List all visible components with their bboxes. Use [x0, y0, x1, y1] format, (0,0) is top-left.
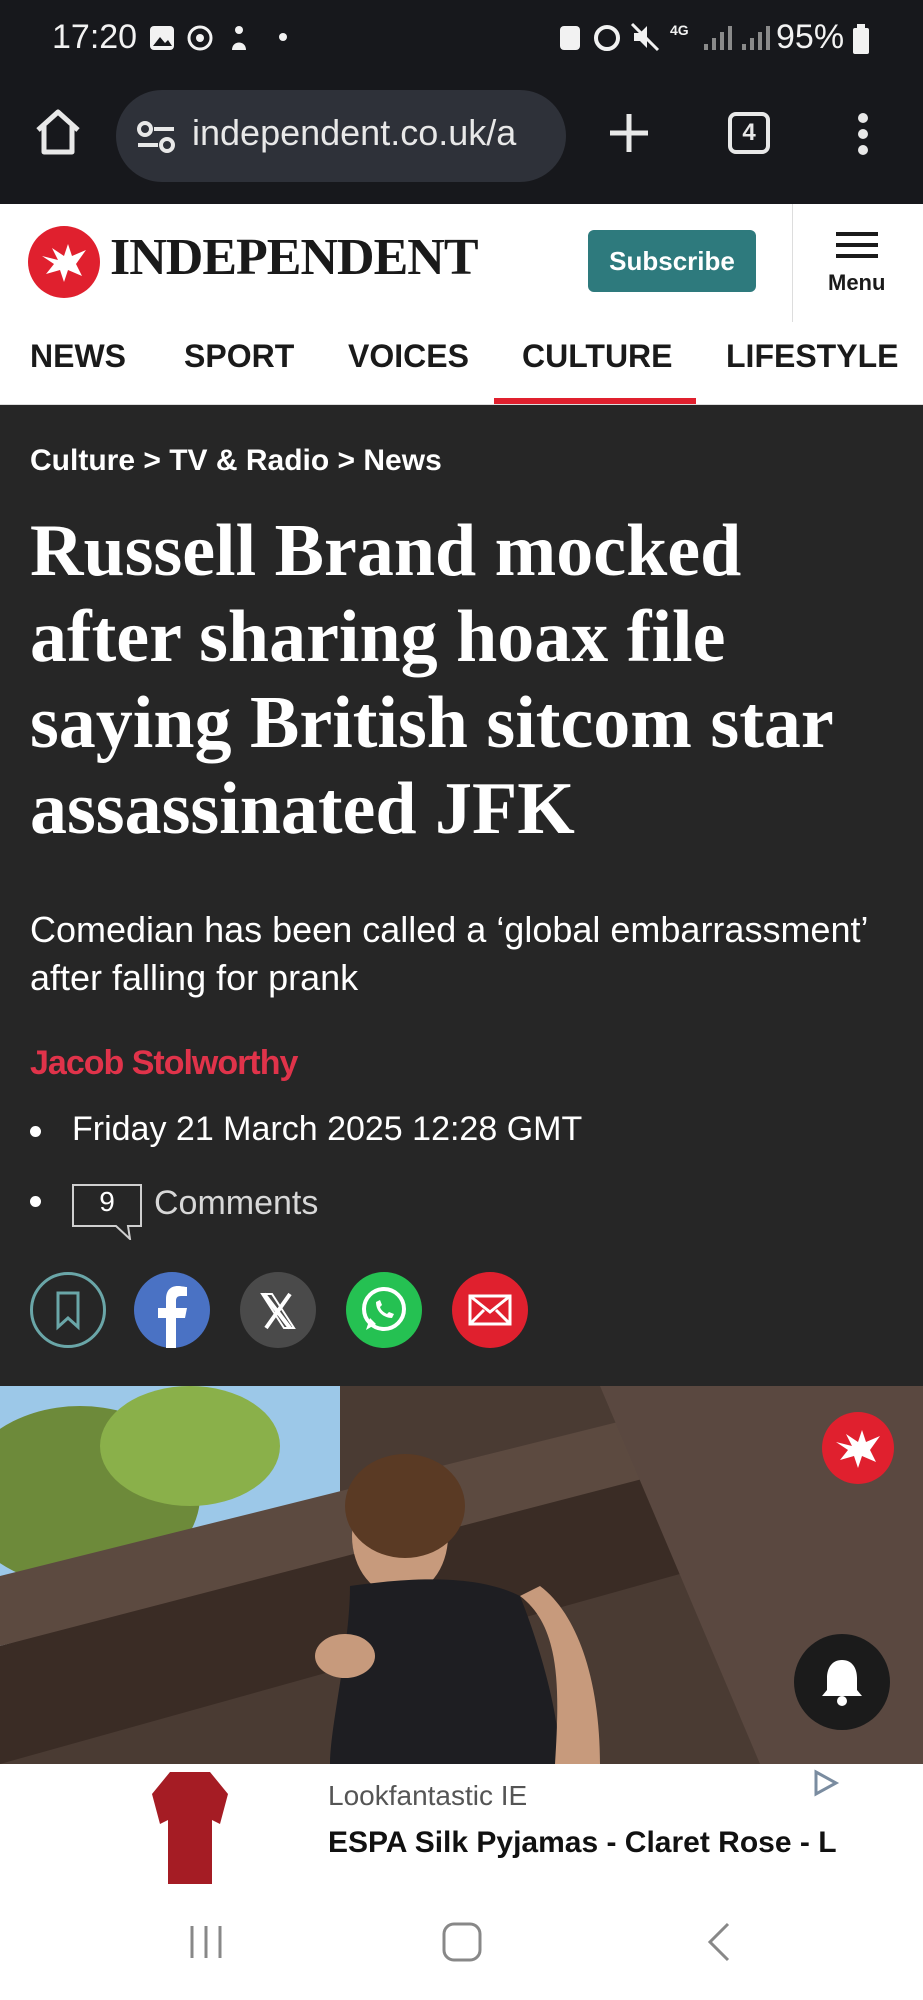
facebook-icon[interactable] [134, 1272, 210, 1348]
ad-advertiser[interactable]: Lookfantastic IE [328, 1780, 527, 1812]
signal-icon [704, 26, 732, 50]
subscribe-button[interactable]: Subscribe [588, 230, 756, 292]
whatsapp-icon[interactable] [346, 1272, 422, 1348]
battery-icon [853, 24, 869, 54]
bullet [30, 1196, 41, 1207]
gallery-icon [150, 26, 174, 50]
article-hero-image[interactable] [0, 1386, 923, 1764]
accessibility-icon [232, 26, 246, 50]
hamburger-menu-icon[interactable] [836, 230, 878, 260]
notification-bell-icon[interactable] [794, 1634, 890, 1730]
ad-title[interactable]: ESPA Silk Pyjamas - Claret Rose - L [328, 1826, 837, 1860]
bullet [30, 1126, 41, 1137]
breadcrumb[interactable]: Culture > TV & Radio > News [30, 444, 442, 478]
notification-icon [187, 25, 213, 51]
nav-item-culture[interactable]: CULTURE [522, 338, 673, 375]
bookmark-icon[interactable] [30, 1272, 106, 1348]
menu-label[interactable]: Menu [828, 270, 885, 296]
nav-item-sport[interactable]: SPORT [184, 338, 294, 375]
url-text[interactable]: independent.co.uk/a [192, 112, 552, 154]
article-headline: Russell Brand mocked after sharing hoax … [30, 510, 833, 850]
status-time: 17:20 [52, 18, 138, 56]
new-tab-icon[interactable] [606, 110, 652, 156]
sim-icon [560, 26, 580, 50]
home-icon[interactable] [32, 106, 84, 158]
author-link[interactable]: Jacob Stolworthy [30, 1044, 298, 1083]
nav-item-news[interactable]: NEWS [30, 338, 126, 375]
email-icon[interactable] [452, 1272, 528, 1348]
dot-icon [279, 33, 287, 41]
mute-icon [630, 22, 660, 52]
recent-apps-icon[interactable] [186, 1922, 226, 1962]
signal-icon-2 [742, 26, 770, 50]
x-icon[interactable] [240, 1272, 316, 1348]
article-standfirst: Comedian has been called a ‘global embar… [30, 909, 868, 998]
comment-count[interactable]: 9 [72, 1186, 142, 1218]
battery-percent: 95% [776, 18, 845, 56]
alarm-icon [594, 25, 620, 51]
more-options-icon[interactable] [856, 112, 870, 156]
ad-product-image[interactable] [140, 1764, 240, 1888]
site-logo-wordmark[interactable]: INDEPENDENT [110, 228, 478, 287]
nav-item-lifestyle[interactable]: LIFESTYLE [726, 338, 898, 375]
back-icon[interactable] [704, 1920, 734, 1964]
adchoices-icon[interactable] [810, 1768, 840, 1798]
publish-date: Friday 21 March 2025 12:28 GMT [72, 1110, 583, 1148]
home-nav-icon[interactable] [440, 1920, 484, 1964]
site-settings-icon[interactable] [136, 120, 176, 154]
header-divider [792, 204, 793, 322]
network-type: 4G [670, 22, 689, 38]
eagle-badge-icon [822, 1412, 894, 1484]
comments-link[interactable]: Comments [154, 1184, 318, 1223]
eagle-logo-icon[interactable] [28, 226, 100, 298]
active-tab-indicator [494, 398, 696, 404]
tab-switcher-button[interactable]: 4 [728, 112, 770, 154]
nav-item-voices[interactable]: VOICES [348, 338, 469, 375]
